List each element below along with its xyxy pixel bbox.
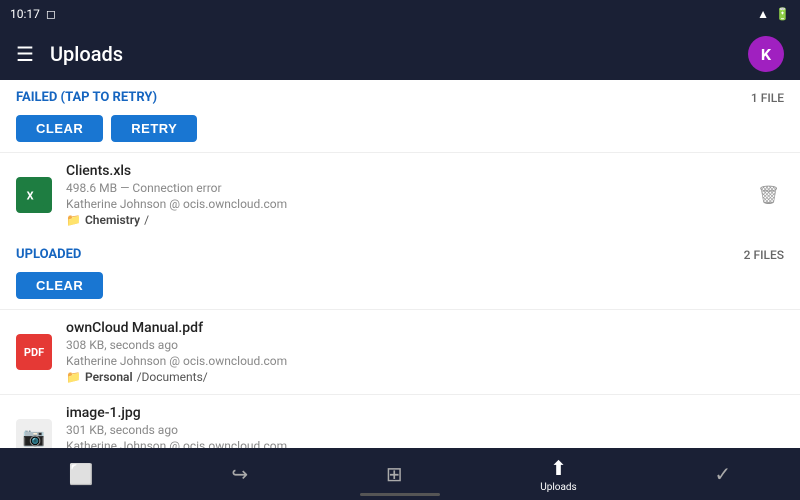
uploads-nav-icon: ⬆ xyxy=(550,456,567,480)
failed-section-header: FAILED (TAP TO RETRY) 1 FILE xyxy=(0,80,800,111)
uploaded-file-1-size: 308 KB xyxy=(66,338,104,352)
failed-file-sep: — xyxy=(120,181,132,195)
delete-failed-file-button[interactable]: 🗑 xyxy=(753,181,784,210)
uploaded-buttons-row: CLEAR xyxy=(0,268,800,309)
nav-item-share[interactable]: ↪ xyxy=(215,458,264,490)
nav-item-uploads[interactable]: ⬆ Uploads xyxy=(524,452,592,497)
failed-folder-name: Chemistry xyxy=(85,213,140,227)
uploaded-file-item-2: 📷 image-1.jpg 301 KB, seconds ago Kather… xyxy=(0,394,800,448)
uploaded-file-2-size: 301 KB xyxy=(66,423,104,437)
share-nav-icon: ↪ xyxy=(231,462,248,486)
failed-file-name: Clients.xls xyxy=(66,163,739,179)
content-area: FAILED (TAP TO RETRY) 1 FILE CLEAR RETRY… xyxy=(0,80,800,448)
app-bar-title: Uploads xyxy=(50,42,732,66)
failed-file-item: X Clients.xls 498.6 MB — Connection erro… xyxy=(0,152,800,237)
excel-icon: X xyxy=(16,177,52,213)
uploaded-file-2-meta: 301 KB, seconds ago xyxy=(66,423,784,437)
nav-item-files[interactable]: ⬜ xyxy=(53,458,110,490)
uploaded-file-1-user: Katherine Johnson @ ocis.owncloud.com xyxy=(66,354,784,368)
uploaded-file-1-meta: 308 KB, seconds ago xyxy=(66,338,784,352)
failed-folder-path: / xyxy=(144,213,149,227)
status-right: ▲ 🔋 xyxy=(757,7,790,21)
failed-clear-button[interactable]: CLEAR xyxy=(16,115,103,142)
uploaded-title: UPLOADED xyxy=(16,247,81,262)
uploaded-clear-button[interactable]: CLEAR xyxy=(16,272,103,299)
status-icon: ◻ xyxy=(46,7,56,21)
nav-indicator xyxy=(360,493,440,496)
failed-file-meta: 498.6 MB — Connection error xyxy=(66,181,739,195)
uploaded-file-2-time: seconds ago xyxy=(110,423,178,437)
battery-icon: 🔋 xyxy=(775,7,790,21)
uploaded-section-header: UPLOADED 2 FILES xyxy=(0,237,800,268)
folder-icon-2: 📁 xyxy=(66,370,81,384)
uploaded-count: 2 FILES xyxy=(744,248,784,262)
failed-file-user: Katherine Johnson @ ocis.owncloud.com xyxy=(66,197,739,211)
uploaded-file-2-user: Katherine Johnson @ ocis.owncloud.com xyxy=(66,439,784,448)
retry-button[interactable]: RETRY xyxy=(111,115,197,142)
failed-buttons-row: CLEAR RETRY xyxy=(0,111,800,152)
uploaded-folder-1-name: Personal xyxy=(85,370,133,384)
uploaded-file-1-info: ownCloud Manual.pdf 308 KB, seconds ago … xyxy=(66,320,784,384)
hamburger-icon[interactable]: ☰ xyxy=(16,42,34,66)
status-bar: 10:17 ◻ ▲ 🔋 xyxy=(0,0,800,28)
uploads-nav-label: Uploads xyxy=(540,482,576,493)
uploaded-file-item-1: PDF ownCloud Manual.pdf 308 KB, seconds … xyxy=(0,309,800,394)
uploaded-file-1-name: ownCloud Manual.pdf xyxy=(66,320,784,336)
svg-text:X: X xyxy=(27,190,34,203)
avatar[interactable]: K xyxy=(748,36,784,72)
uploaded-folder-1-path: /Documents/ xyxy=(137,370,208,384)
uploaded-file-2-info: image-1.jpg 301 KB, seconds ago Katherin… xyxy=(66,405,784,448)
failed-file-size: 498.6 MB xyxy=(66,181,117,195)
check-nav-icon: ✓ xyxy=(714,462,731,486)
uploaded-file-1-time: seconds ago xyxy=(110,338,178,352)
folder-icon: 📁 xyxy=(66,213,81,227)
failed-file-info: Clients.xls 498.6 MB — Connection error … xyxy=(66,163,739,227)
uploaded-file-1-path: 📁 Personal /Documents/ xyxy=(66,370,784,384)
nav-item-check[interactable]: ✓ xyxy=(698,458,747,490)
failed-count: 1 FILE xyxy=(751,91,784,105)
nav-item-grid[interactable]: ⊞ xyxy=(370,458,419,490)
pdf-icon: PDF xyxy=(16,334,52,370)
image-icon: 📷 xyxy=(16,419,52,448)
grid-nav-icon: ⊞ xyxy=(386,462,403,486)
failed-file-path: 📁 Chemistry / xyxy=(66,213,739,227)
uploaded-file-2-name: image-1.jpg xyxy=(66,405,784,421)
status-time: 10:17 xyxy=(10,7,40,21)
app-bar: ☰ Uploads K xyxy=(0,28,800,80)
signal-icon: ▲ xyxy=(757,7,769,21)
status-left: 10:17 ◻ xyxy=(10,7,56,21)
failed-title[interactable]: FAILED (TAP TO RETRY) xyxy=(16,90,157,105)
failed-file-error: Connection error xyxy=(132,181,221,195)
files-nav-icon: ⬜ xyxy=(69,462,94,486)
bottom-nav: ⬜ ↪ ⊞ ⬆ Uploads ✓ xyxy=(0,448,800,500)
